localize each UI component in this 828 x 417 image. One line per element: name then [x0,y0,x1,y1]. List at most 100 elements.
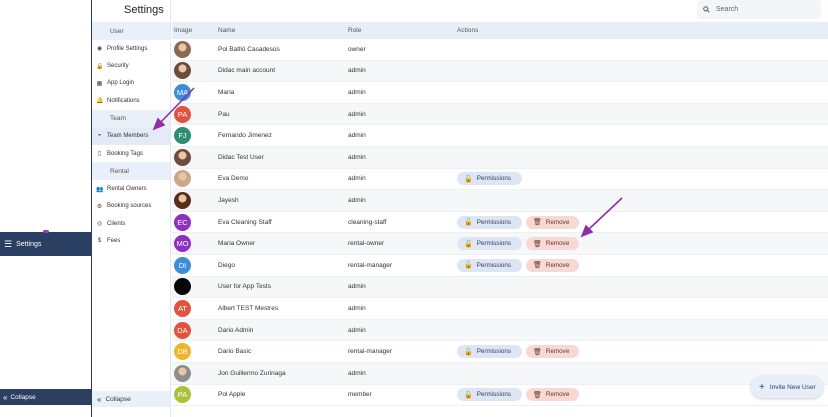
column-header-name: Name [218,27,236,34]
table-row: Jon Guillermo Zurinaga admin [172,362,828,385]
permissions-label: Permissions [476,348,512,356]
cell-image: PA [172,386,218,404]
avatar [174,191,191,209]
rail-collapse-button[interactable]: « Collapse [0,389,92,405]
permissions-button[interactable]: 🔓 Permissions [457,172,522,186]
menu-collapse-button[interactable]: « Collapse [92,391,170,407]
lock-icon: 🔓 [464,348,473,356]
cell-role: admin [348,67,366,75]
lock-icon: 🔒 [96,63,104,70]
cell-name: Dario Basic [218,348,252,356]
menu-item-label: Booking Tags [107,150,143,157]
cell-image [172,364,218,382]
permissions-button[interactable]: 🔓 Permissions [457,237,522,251]
permissions-button[interactable]: 🔓 Permissions [457,215,522,229]
table-row: PA Pol Apple member 🔓 Permissions 🗑 Remove [172,385,828,407]
avatar [174,148,191,166]
cell-name: Pol Apple [218,391,246,399]
avatar [174,364,191,382]
avatar: PA [174,105,191,123]
avatar: DI [174,256,191,274]
remove-button[interactable]: 🗑 Remove [526,345,579,359]
cell-actions: 🔓 Permissions [457,172,828,186]
trash-icon: 🗑 [533,219,542,227]
cell-image: DB [172,343,218,361]
table-row: Didac main account admin [172,60,828,83]
cell-role: rental-owner [348,240,385,248]
table-row: DI Diego rental-manager 🔓 Permissions 🗑 Remove [172,255,828,277]
table-row: MO Maria Owner rental-owner 🔓 Permissions 🗑 Re… [172,233,828,255]
menu-item-label: Security [107,63,129,70]
menu-item-clients[interactable]: ◎ Clients [92,215,170,232]
bell-icon: 🔔 [96,98,104,105]
menu-item-label: Notifications [107,97,140,104]
search-placeholder: Search [716,6,739,13]
avatar [174,40,191,58]
briefcase-icon: ⚙ [96,203,103,210]
menu-item-notifications[interactable]: 🔔 Notifications [92,92,170,109]
trash-icon: 🗑 [533,391,542,399]
cell-image: MA [172,83,218,101]
search-icon [703,6,710,13]
cell-image: DI [172,256,218,274]
rail-settings-item[interactable]: ☰ Settings [0,230,92,256]
cell-actions: 🔓 Permissions 🗑 Remove [457,237,828,251]
menu-item-rental-owners[interactable]: 👥 Rental Owners [92,180,170,197]
trash-icon: 🗑 [533,348,542,356]
menu-item-team-members[interactable]: ◓ Team Members [92,127,170,145]
cell-image: FJ [172,127,218,145]
cell-name: Fernando Jimenez [218,132,272,140]
cell-name: Jon Guillermo Zurinaga [218,369,286,377]
avatar: FJ [174,127,191,145]
cell-actions: 🔓 Permissions 🗑 Remove [457,345,828,359]
avatar: PA [174,386,191,404]
menu-item-booking-tags[interactable]: ▯ Booking Tags [92,145,170,162]
cell-name: Eva Demo [218,175,249,183]
cell-role: owner [348,45,366,53]
menu-section-user: User [92,22,170,40]
settings-menu: User ◉ Profile Settings 🔒 Security ▦ App Login… [92,0,171,417]
permissions-label: Permissions [476,218,512,226]
cell-name: Didac main account [218,67,276,75]
avatar: EC [174,213,191,231]
search-input[interactable]: Search [697,0,821,19]
remove-label: Remove [545,218,570,226]
cell-name: Maria [218,88,235,96]
remove-button[interactable]: 🗑 Remove [526,388,579,402]
permissions-label: Permissions [476,391,512,399]
cell-role: rental-manager [348,348,393,356]
people-icon: 👥 [96,186,104,193]
menu-item-label: Profile Settings [107,45,148,52]
lock-icon: 🔓 [464,219,473,227]
lock-icon: 🔓 [464,240,473,248]
permissions-button[interactable]: 🔓 Permissions [457,345,522,359]
trash-icon: 🗑 [533,262,542,270]
remove-button[interactable]: 🗑 Remove [526,258,579,272]
table-row: AT Albert TEST Mestres admin [172,298,828,320]
table-row: DB Dario Basic rental-manager 🔓 Permissions 🗑… [172,341,828,363]
trash-icon: 🗑 [533,240,542,248]
menu-item-app-login[interactable]: ▦ App Login [92,75,170,92]
app-rail: ☰ Settings « Collapse [0,0,92,417]
menu-item-profile-settings[interactable]: ◉ Profile Settings [92,40,170,57]
cell-name: Dario Admin [218,326,254,334]
remove-label: Remove [545,240,570,248]
cell-image [172,40,218,58]
remove-button[interactable]: 🗑 Remove [526,237,579,251]
cell-role: admin [348,110,366,118]
menu-item-security[interactable]: 🔒 Security [92,57,170,74]
cell-image [172,191,218,209]
double-chevron-left-icon: « [97,394,102,404]
permissions-button[interactable]: 🔓 Permissions [457,388,522,402]
remove-button[interactable]: 🗑 Remove [526,215,579,229]
menu-item-booking-sources[interactable]: ⚙ Booking sources [92,198,170,215]
menu-item-label: Clients [107,220,126,227]
bookmark-icon: ▯ [97,151,102,158]
menu-item-fees[interactable]: $ Fees [92,233,170,250]
avatar: AT [174,299,191,317]
avatar: DB [174,343,191,361]
invite-new-user-button[interactable]: + Invite New User [751,376,823,398]
table-row: DA Dario Admin admin [172,319,828,342]
permissions-button[interactable]: 🔓 Permissions [457,258,522,272]
sliders-icon: ☰ [4,238,13,249]
